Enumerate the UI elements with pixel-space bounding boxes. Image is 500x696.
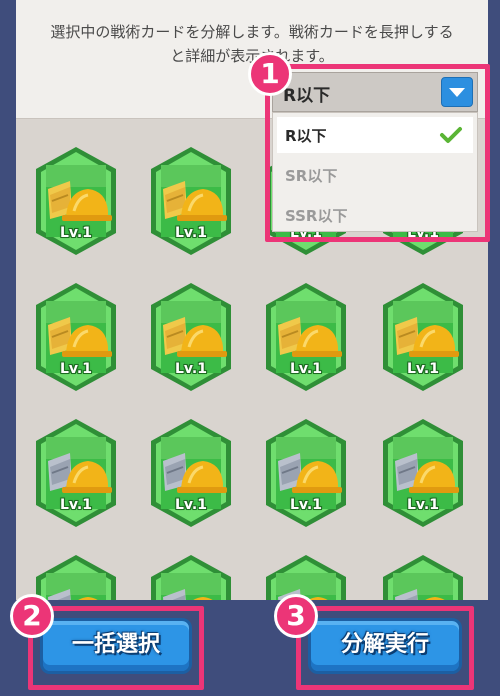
card-frame [383, 555, 463, 600]
card-frame [151, 555, 231, 600]
card-level-label: Lv.1 [175, 361, 207, 377]
tactic-card[interactable]: Lv.1 [381, 417, 465, 529]
highlight-frame-filter [265, 64, 490, 242]
tactic-card[interactable]: Lv.1 [381, 553, 465, 600]
card-level-label: Lv.1 [60, 497, 92, 513]
card-level-label: Lv.1 [60, 361, 92, 377]
card-level-label: Lv.1 [290, 497, 322, 513]
tactic-card[interactable]: Lv.1 [149, 281, 233, 393]
tactic-card[interactable]: Lv.1 [34, 281, 118, 393]
tactic-card[interactable]: Lv.1 [381, 281, 465, 393]
dismantle-execute-button[interactable]: 分解実行 [308, 618, 462, 674]
card-frame [266, 555, 346, 600]
card-level-label: Lv.1 [407, 361, 439, 377]
card-level-label: Lv.1 [175, 497, 207, 513]
card-level-label: Lv.1 [407, 497, 439, 513]
card-level-label: Lv.1 [60, 225, 92, 241]
tactic-card[interactable]: Lv.1 [34, 417, 118, 529]
tactic-card[interactable]: Lv.1 [34, 145, 118, 257]
tactic-card[interactable]: Lv.1 [264, 417, 348, 529]
tactic-card[interactable]: Lv.1 [264, 281, 348, 393]
tactic-card[interactable]: Lv.1 [149, 145, 233, 257]
step-badge-1: 1 [248, 52, 292, 96]
card-frame [36, 555, 116, 600]
tactic-card[interactable]: Lv.1 [264, 553, 348, 600]
step-badge-2: 2 [10, 594, 54, 638]
tactic-card[interactable]: Lv.1 [149, 553, 233, 600]
card-level-label: Lv.1 [290, 361, 322, 377]
select-all-button[interactable]: 一括選択 [40, 618, 192, 674]
tactic-card[interactable]: Lv.1 [34, 553, 118, 600]
info-line-1: 選択中の戦術カードを分解します。戦術カードを長押しする [50, 23, 454, 41]
tactic-card[interactable]: Lv.1 [149, 417, 233, 529]
card-level-label: Lv.1 [175, 225, 207, 241]
step-badge-3: 3 [274, 594, 318, 638]
